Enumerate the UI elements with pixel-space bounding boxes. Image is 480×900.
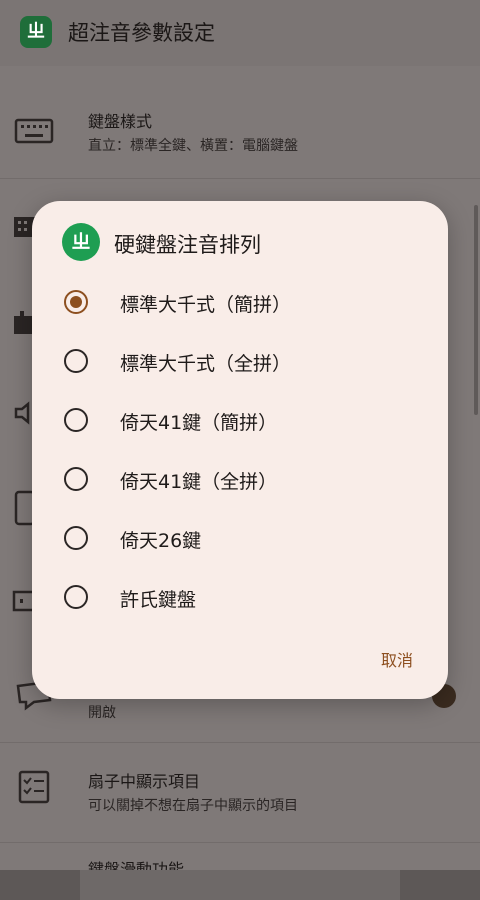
checklist-icon: [18, 770, 50, 804]
setting-fan-items[interactable]: 扇子中顯示項目 可以關掉不想在扇子中顯示的項目: [0, 746, 480, 836]
dialog-logo-icon: ㄓ: [62, 223, 100, 261]
navigation-bar: [0, 870, 480, 900]
radio-button[interactable]: [64, 585, 88, 609]
nav-shade: [0, 870, 80, 900]
option-eten41-full[interactable]: 倚天41鍵（全拼）: [32, 451, 448, 507]
setting-subtitle: 直立：標準全鍵、橫置：電腦鍵盤: [88, 138, 298, 154]
radio-button[interactable]: [64, 408, 88, 432]
layout-dialog: ㄓ 硬鍵盤注音排列 標準大千式（簡拼） 標準大千式（全拼） 倚天41鍵（簡拼） …: [32, 201, 448, 699]
setting-subtitle: 可以關掉不想在扇子中顯示的項目: [88, 798, 298, 814]
divider: [0, 178, 480, 179]
cancel-button[interactable]: 取消: [362, 641, 432, 681]
setting-swipe[interactable]: 鍵盤滑動功能: [0, 846, 480, 870]
option-eten41-simple[interactable]: 倚天41鍵（簡拼）: [32, 392, 448, 448]
keyboard-icon: [14, 118, 54, 144]
setting-title: 鍵盤滑動功能: [88, 860, 185, 870]
setting-title: 扇子中顯示項目: [88, 772, 201, 791]
radio-button[interactable]: [64, 526, 88, 550]
setting-subtitle: 開啟: [88, 705, 116, 721]
scrollbar[interactable]: [474, 205, 478, 415]
app-bar: ㄓ 超注音參數設定: [0, 0, 480, 66]
option-label: 倚天41鍵（全拼）: [120, 471, 278, 493]
setting-title: 鍵盤樣式: [88, 112, 153, 131]
divider: [0, 742, 480, 743]
dialog-title: 硬鍵盤注音排列: [114, 233, 261, 257]
option-label: 標準大千式（全拼）: [120, 353, 292, 375]
option-eten26[interactable]: 倚天26鍵: [32, 510, 448, 566]
option-label: 許氏鍵盤: [120, 589, 197, 611]
radio-button[interactable]: [64, 467, 88, 491]
divider: [0, 842, 480, 843]
option-label: 倚天26鍵: [120, 530, 202, 552]
option-standard-dachen-full[interactable]: 標準大千式（全拼）: [32, 333, 448, 389]
option-standard-dachen-simple[interactable]: 標準大千式（簡拼）: [32, 274, 448, 330]
setting-keyboard-style[interactable]: 鍵盤樣式 直立：標準全鍵、橫置：電腦鍵盤: [0, 86, 480, 176]
option-label: 倚天41鍵（簡拼）: [120, 412, 278, 434]
radio-button[interactable]: [64, 349, 88, 373]
nav-shade: [400, 870, 480, 900]
option-hsu-keyboard[interactable]: 許氏鍵盤: [32, 569, 448, 625]
app-title: 超注音參數設定: [68, 21, 215, 45]
radio-button[interactable]: [64, 290, 88, 314]
app-logo: ㄓ: [20, 16, 52, 48]
option-label: 標準大千式（簡拼）: [120, 294, 292, 316]
